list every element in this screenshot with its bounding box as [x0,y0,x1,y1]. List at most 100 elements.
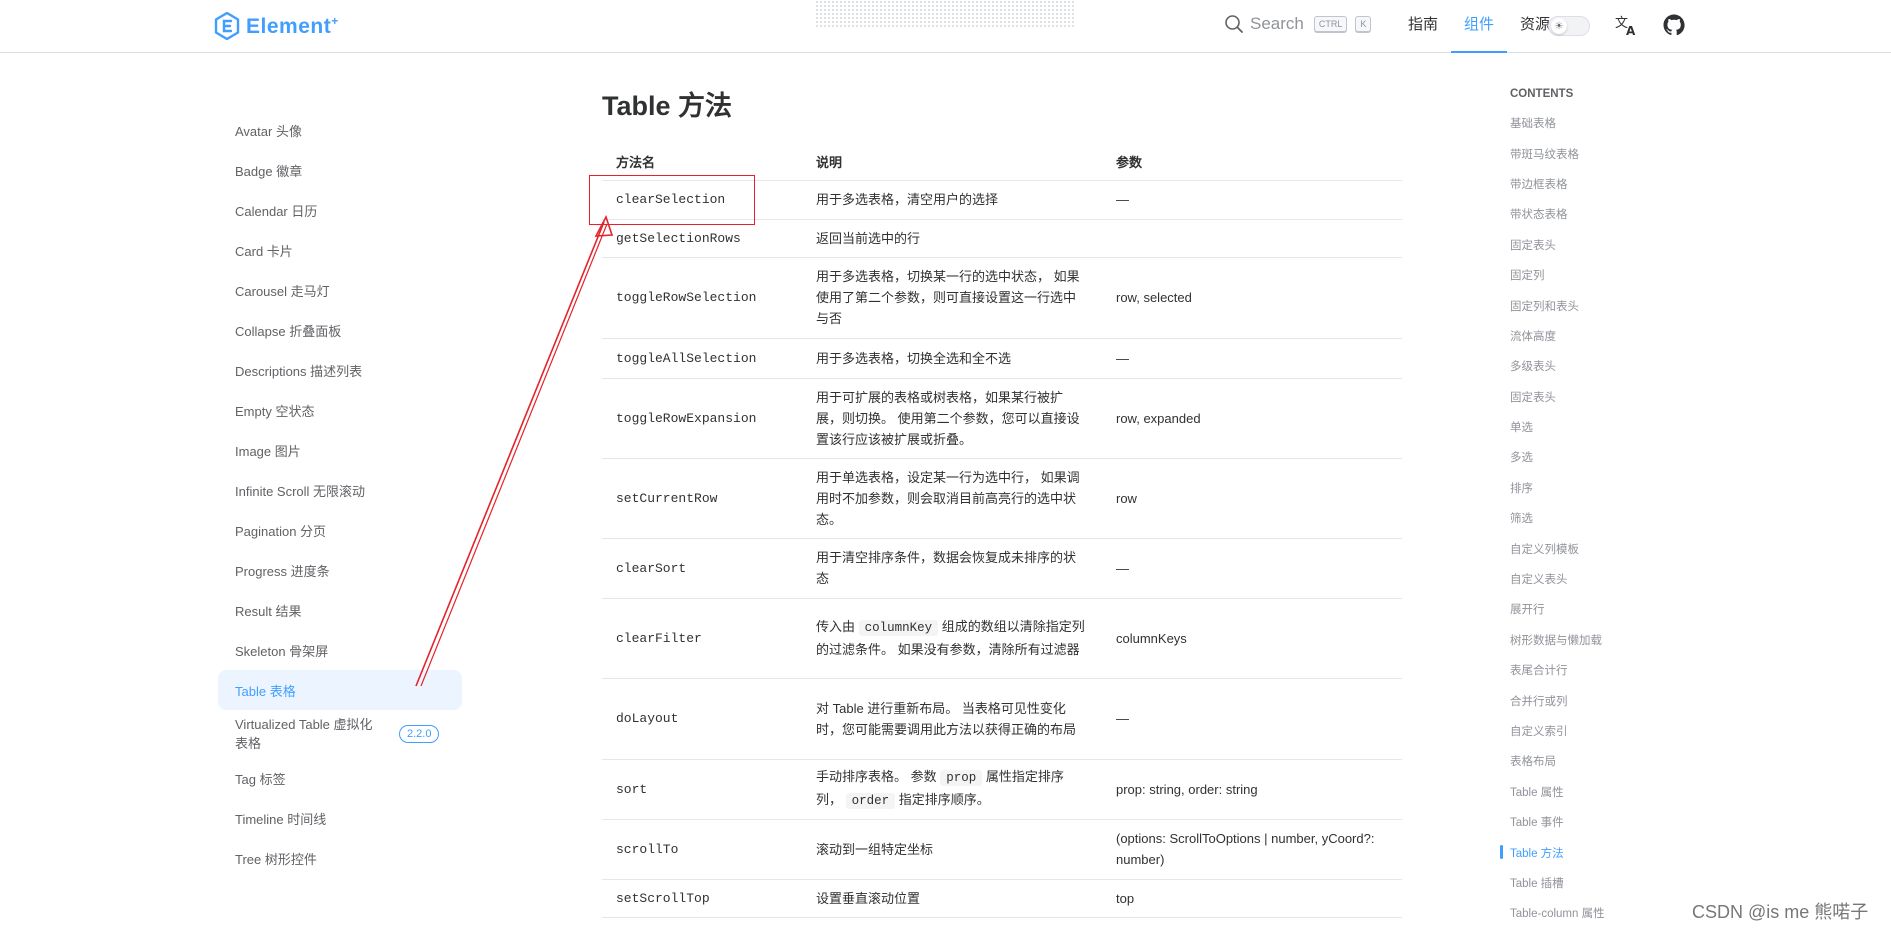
sun-icon: ☀ [1551,18,1567,34]
method-params: columnKeys [1102,598,1402,679]
nav-guide[interactable]: 指南 [1395,0,1451,53]
decorative-dots [815,0,1075,28]
toc-item[interactable]: 带斑马纹表格 [1500,138,1700,168]
toc-item[interactable]: 固定列 [1500,260,1700,290]
sidebar-item-descriptions[interactable]: Descriptions 描述列表 [218,350,462,390]
methods-table: 方法名 说明 参数 clearSelection 用于多选表格，清空用户的选择 … [602,144,1402,918]
toc-item[interactable]: 固定列和表头 [1500,290,1700,320]
sidebar-item-carousel[interactable]: Carousel 走马灯 [218,270,462,310]
search-button[interactable]: Search CTRL K [1224,14,1372,34]
github-icon[interactable] [1662,13,1686,37]
sidebar-item-timeline[interactable]: Timeline 时间线 [218,798,462,838]
theme-toggle[interactable]: ☀ [1548,16,1590,36]
toc-item[interactable]: 自定义列模板 [1500,533,1700,563]
element-logo[interactable]: Element+ [214,12,339,40]
method-desc: 用于多选表格，切换全选和全不选 [802,338,1102,379]
table-row: clearFilter 传入由 columnKey 组成的数组以清除指定列的过滤… [602,598,1402,679]
version-badge: 2.2.0 [399,725,440,743]
toc-item[interactable]: 表格布局 [1500,746,1700,776]
toc-item[interactable]: 带状态表格 [1500,199,1700,229]
sidebar-item-collapse[interactable]: Collapse 折叠面板 [218,310,462,350]
sidebar-item-progress[interactable]: Progress 进度条 [218,550,462,590]
inline-code: columnKey [858,620,939,636]
method-params: prop: string, order: string [1102,759,1402,820]
sidebar-item-badge[interactable]: Badge 徽章 [218,150,462,190]
toc-item[interactable]: 固定表头 [1500,382,1700,412]
table-row: toggleRowExpansion 用于可扩展的表格或树表格，如果某行被扩展，… [602,378,1402,459]
translate-icon[interactable]: 文 A [1614,13,1638,38]
toc-item[interactable]: 表尾合计行 [1500,655,1700,685]
logo-text: Element+ [246,13,339,38]
kbd-k: K [1355,16,1372,32]
toc-item[interactable]: 筛选 [1500,503,1700,533]
method-desc: 用于多选表格，清空用户的选择 [802,180,1102,220]
toc-item[interactable]: 自定义索引 [1500,716,1700,746]
element-logo-icon [214,12,240,40]
toc-item[interactable]: 自定义表头 [1500,564,1700,594]
toc-item[interactable]: Table 插槽 [1500,868,1700,898]
sidebar-item-card[interactable]: Card 卡片 [218,230,462,270]
method-desc: 手动排序表格。 参数 prop 属性指定排序列， order 指定排序顺序。 [802,759,1102,820]
method-params: top [1102,879,1402,918]
sidebar-item-table[interactable]: Table 表格 [218,670,462,710]
method-name: toggleRowSelection [602,257,802,339]
table-row: toggleAllSelection 用于多选表格，切换全选和全不选 — [602,338,1402,379]
sidebar-item-skeleton[interactable]: Skeleton 骨架屏 [218,630,462,670]
table-row: setScrollTop 设置垂直滚动位置 top [602,879,1402,918]
toc-item[interactable]: Table 方法 [1500,837,1700,867]
table-row: clearSort 用于清空排序条件，数据会恢复成未排序的状态 — [602,538,1402,599]
inline-code: prop [940,770,983,786]
toc-item[interactable]: 合并行或列 [1500,685,1700,715]
table-of-contents: CONTENTS 基础表格 带斑马纹表格 带边框表格 带状态表格 固定表头 固定列 固定列和… [1500,88,1700,929]
search-label: Search [1250,14,1304,33]
method-params: row [1102,458,1402,539]
method-name: clearFilter [602,598,802,679]
watermark: CSDN @is me 熊喏子 [1692,902,1869,922]
method-name: scrollTo [602,819,802,880]
svg-text:A: A [1626,24,1636,37]
sidebar-item-tree[interactable]: Tree 树形控件 [218,838,462,878]
sidebar-item-empty[interactable]: Empty 空状态 [218,390,462,430]
sidebar-item-calendar[interactable]: Calendar 日历 [218,190,462,230]
method-params: — [1102,678,1402,760]
toc-item[interactable]: 排序 [1500,473,1700,503]
table-row: doLayout 对 Table 进行重新布局。 当表格可见性变化时，您可能需要… [602,678,1402,760]
kbd-ctrl: CTRL [1313,16,1348,32]
sidebar-item-tag[interactable]: Tag 标签 [218,758,462,798]
method-desc: 用于单选表格，设定某一行为选中行， 如果调用时不加参数，则会取消目前高亮行的选中… [802,458,1102,539]
toc-item[interactable]: 展开行 [1500,594,1700,624]
column-header-params: 参数 [1102,144,1402,181]
toc-item[interactable]: Table-column 属性 [1500,898,1700,928]
toc-item[interactable]: 带边框表格 [1500,169,1700,199]
method-params: — [1102,180,1402,220]
nav-component[interactable]: 组件 [1451,0,1508,53]
desc-text: 指定排序顺序。 [895,792,990,807]
table-row: setCurrentRow 用于单选表格，设定某一行为选中行， 如果调用时不加参… [602,458,1402,539]
toc-item[interactable]: 流体高度 [1500,321,1700,351]
table-row: sort 手动排序表格。 参数 prop 属性指定排序列， order 指定排序… [602,759,1402,820]
method-name: clearSort [602,538,802,599]
toc-item[interactable]: 单选 [1500,412,1700,442]
toc-item[interactable]: 树形数据与懒加载 [1500,625,1700,655]
sidebar-item-avatar[interactable]: Avatar 头像 [218,110,462,150]
toc-item[interactable]: 固定表头 [1500,230,1700,260]
method-name: toggleRowExpansion [602,378,802,459]
search-icon [1225,15,1243,33]
method-params: row, expanded [1102,378,1402,459]
toc-item[interactable]: Table 事件 [1500,807,1700,837]
toc-item[interactable]: Table 属性 [1500,777,1700,807]
table-row: toggleRowSelection 用于多选表格，切换某一行的选中状态， 如果… [602,257,1402,339]
component-sidebar: Avatar 头像 Badge 徽章 Calendar 日历 Card 卡片 C… [218,110,462,878]
method-params [1102,219,1402,258]
toc-item[interactable]: 基础表格 [1500,108,1700,138]
sidebar-item-infinite-scroll[interactable]: Infinite Scroll 无限滚动 [218,470,462,510]
toc-item[interactable]: 多级表头 [1500,351,1700,381]
method-name: sort [602,759,802,820]
method-desc: 对 Table 进行重新布局。 当表格可见性变化时，您可能需要调用此方法以获得正… [802,678,1102,760]
method-params: — [1102,538,1402,599]
sidebar-item-result[interactable]: Result 结果 [218,590,462,630]
toc-item[interactable]: 多选 [1500,442,1700,472]
sidebar-item-virtualized-table[interactable]: Virtualized Table 虚拟化表格 2.2.0 [218,710,462,758]
sidebar-item-pagination[interactable]: Pagination 分页 [218,510,462,550]
sidebar-item-image[interactable]: Image 图片 [218,430,462,470]
